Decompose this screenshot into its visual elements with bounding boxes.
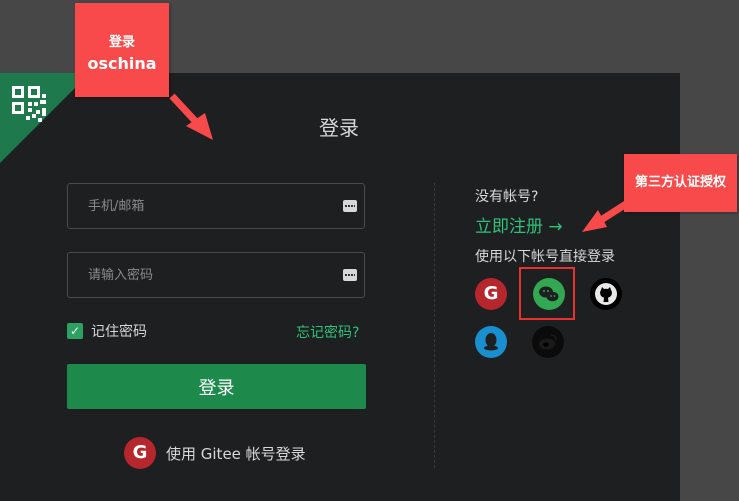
arrow-to-login (169, 93, 213, 140)
annotation-arrows (169, 93, 628, 232)
arrow-to-wechat (582, 201, 628, 232)
